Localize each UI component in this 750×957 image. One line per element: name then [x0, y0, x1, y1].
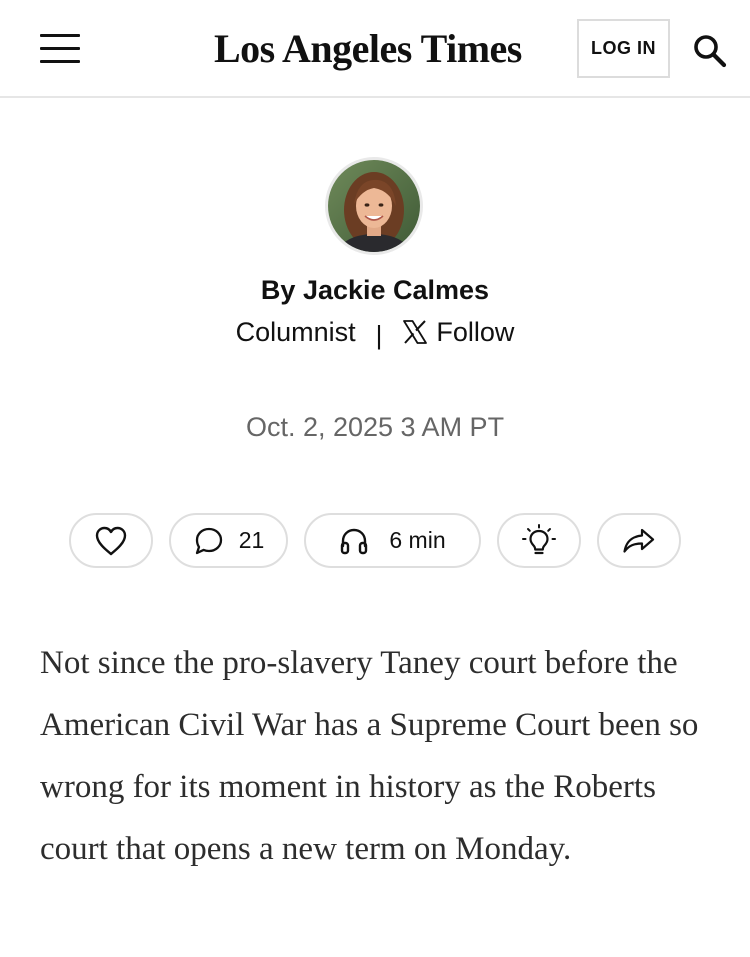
lightbulb-icon [522, 523, 556, 554]
byline-separator: | [375, 319, 383, 350]
listen-button[interactable]: 6 min [304, 513, 481, 568]
comments-button[interactable]: 21 [169, 513, 288, 568]
article-lead-paragraph: Not since the pro-slavery Taney court be… [40, 645, 699, 867]
heart-icon [95, 526, 127, 555]
follow-button[interactable]: Follow [402, 317, 514, 348]
author-role: Columnist [235, 316, 356, 347]
x-logo-icon [403, 320, 428, 344]
hamburger-menu-icon[interactable] [40, 30, 82, 66]
site-header: Los Angeles Times LOG IN [0, 0, 750, 98]
listen-duration: 6 min [389, 527, 446, 553]
comment-icon [195, 527, 222, 554]
insights-button[interactable] [497, 513, 581, 568]
like-button[interactable] [69, 513, 153, 568]
publish-date: Oct. 2, 2025 3 AM PT [245, 412, 505, 442]
site-logo[interactable]: Los Angeles Times [214, 24, 539, 74]
comment-count: 21 [238, 527, 265, 553]
search-icon[interactable] [692, 33, 728, 69]
share-icon [623, 528, 655, 553]
share-button[interactable] [597, 513, 681, 568]
author-avatar[interactable] [328, 160, 420, 252]
author-meta: Columnist | Follow [0, 312, 750, 352]
follow-label: Follow [436, 316, 515, 347]
headphones-icon [341, 528, 368, 554]
login-button[interactable]: LOG IN [577, 19, 670, 78]
author-name[interactable]: By Jackie Calmes [0, 272, 750, 308]
